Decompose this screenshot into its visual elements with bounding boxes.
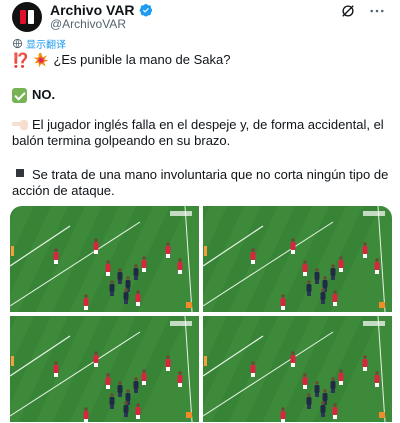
player-figure: [314, 381, 320, 397]
grok-icon[interactable]: [339, 2, 357, 20]
player-figure: [177, 371, 183, 387]
show-translation-link[interactable]: 显示翻译: [12, 36, 66, 51]
player-figure: [83, 294, 89, 310]
media-frame-2[interactable]: [203, 206, 392, 312]
collision-emoji: [34, 52, 49, 68]
player-figure: [374, 258, 380, 274]
player-figure: [362, 355, 368, 371]
conclusion-text: Se trata de una mano involuntaria que no…: [12, 167, 389, 198]
media-grid: [10, 206, 392, 423]
avatar[interactable]: [12, 2, 42, 32]
player-figure: [177, 258, 183, 274]
player-figure: [280, 407, 286, 422]
tweet-line-answer: NO.: [12, 87, 390, 103]
media-frame-1[interactable]: [10, 206, 199, 312]
backhand-index-pointing-right-emoji: [12, 119, 28, 130]
media-frame-4[interactable]: [203, 316, 392, 422]
check-mark-button-emoji: [12, 87, 27, 103]
exclamation-question-emoji: ⁉️: [12, 52, 30, 68]
player-figure: [83, 407, 89, 422]
player-figure: [280, 294, 286, 310]
verified-badge-icon: [139, 4, 152, 17]
player-figure: [133, 264, 139, 280]
author-handle[interactable]: @ArchivoVAR: [50, 17, 126, 31]
tweet-line-question: ⁉️ ¿Es punible la mano de Saka?: [12, 52, 390, 68]
author-name-row[interactable]: Archivo VAR: [50, 2, 153, 18]
media-frame-3[interactable]: [10, 316, 199, 422]
show-translation-label[interactable]: 显示翻译: [26, 36, 66, 51]
author-display-name[interactable]: Archivo VAR: [50, 2, 135, 18]
explanation-text: El jugador inglés falla en el despeje y,…: [12, 117, 384, 148]
more-options-icon[interactable]: [368, 2, 386, 20]
player-figure: [133, 377, 139, 393]
black-small-square-emoji: [16, 169, 24, 177]
tweet-header: Archivo VAR @ArchivoVAR: [12, 0, 388, 32]
question-text: ¿Es punible la mano de Saka?: [53, 52, 231, 67]
player-figure: [330, 264, 336, 280]
translate-icon: [12, 38, 23, 49]
player-figure: [362, 242, 368, 258]
answer-text: NO.: [32, 87, 56, 102]
player-figure: [374, 371, 380, 387]
tweet-line-conclusion: Se trata de una mano involuntaria que no…: [12, 167, 390, 199]
tweet-line-explanation: El jugador inglés falla en el despeje y,…: [12, 117, 390, 149]
